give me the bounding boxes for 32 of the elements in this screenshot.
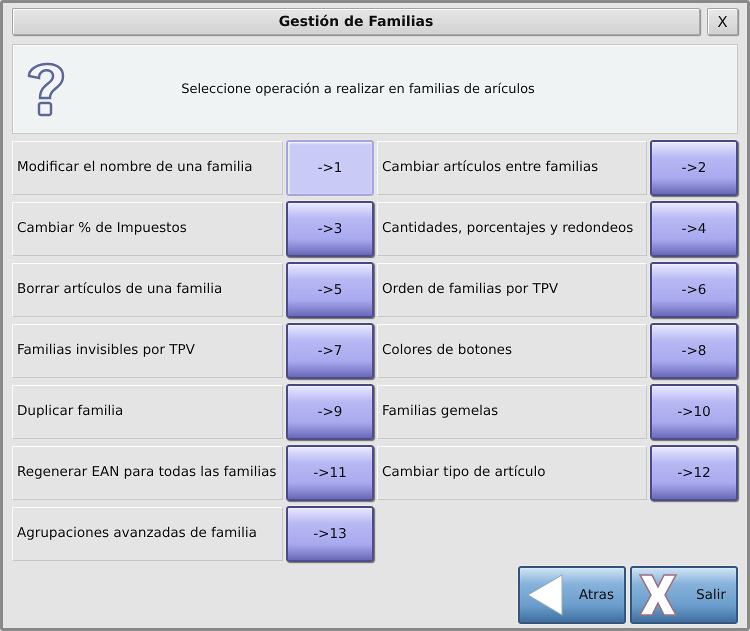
operation-label: Familias gemelas [377,385,647,439]
close-button[interactable]: X [707,8,738,35]
close-icon [638,573,678,617]
operation-button[interactable]: ->1 [286,140,374,196]
operation-button[interactable]: ->13 [286,506,374,562]
operation-label: Cantidades, porcentajes y redondeos [377,202,647,256]
operation-button[interactable]: ->10 [650,384,738,440]
operation-button[interactable]: ->6 [650,262,738,318]
window-title: Gestión de Familias [12,8,700,35]
operation-button[interactable]: ->2 [650,140,738,196]
operation-button[interactable]: ->7 [286,323,374,379]
operation-label: Duplicar familia [12,385,283,439]
operation-label: Modificar el nombre de una familia [12,141,283,195]
operation-button[interactable]: ->8 [650,323,738,379]
message-text: Seleccione operación a realizar en familias de arículos [180,82,536,96]
operation-button[interactable]: ->5 [286,262,374,318]
operation-button[interactable]: ->3 [286,201,374,257]
operation-button[interactable]: ->4 [650,201,738,257]
exit-button[interactable]: Salir [630,566,738,624]
operation-label: Orden de familias por TPV [377,263,647,317]
operation-label: Cambiar artículos entre familias [377,141,647,195]
operation-label: Regenerar EAN para todas las familias [12,446,283,500]
back-button[interactable]: Atras [518,566,626,624]
operation-button[interactable]: ->9 [286,384,374,440]
operation-label: Familias invisibles por TPV [12,324,283,378]
operation-label: Borrar artículos de una familia [12,263,283,317]
operation-label: Cambiar % de Impuestos [12,202,283,256]
operation-label: Agrupaciones avanzadas de familia [12,507,283,561]
operation-label: Colores de botones [377,324,647,378]
operation-button[interactable]: ->11 [286,445,374,501]
operation-label: Cambiar tipo de artículo [377,446,647,500]
operation-button[interactable]: ->12 [650,445,738,501]
